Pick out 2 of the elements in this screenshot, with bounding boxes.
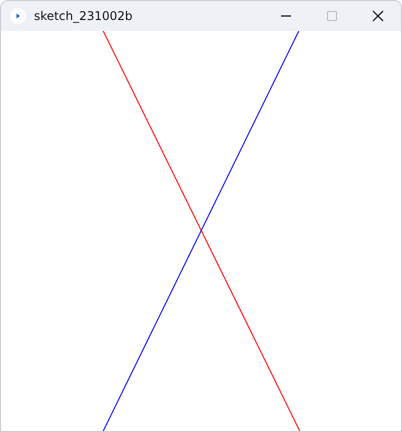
window-title: sketch_231002b [34,8,132,23]
play-icon [10,8,26,24]
